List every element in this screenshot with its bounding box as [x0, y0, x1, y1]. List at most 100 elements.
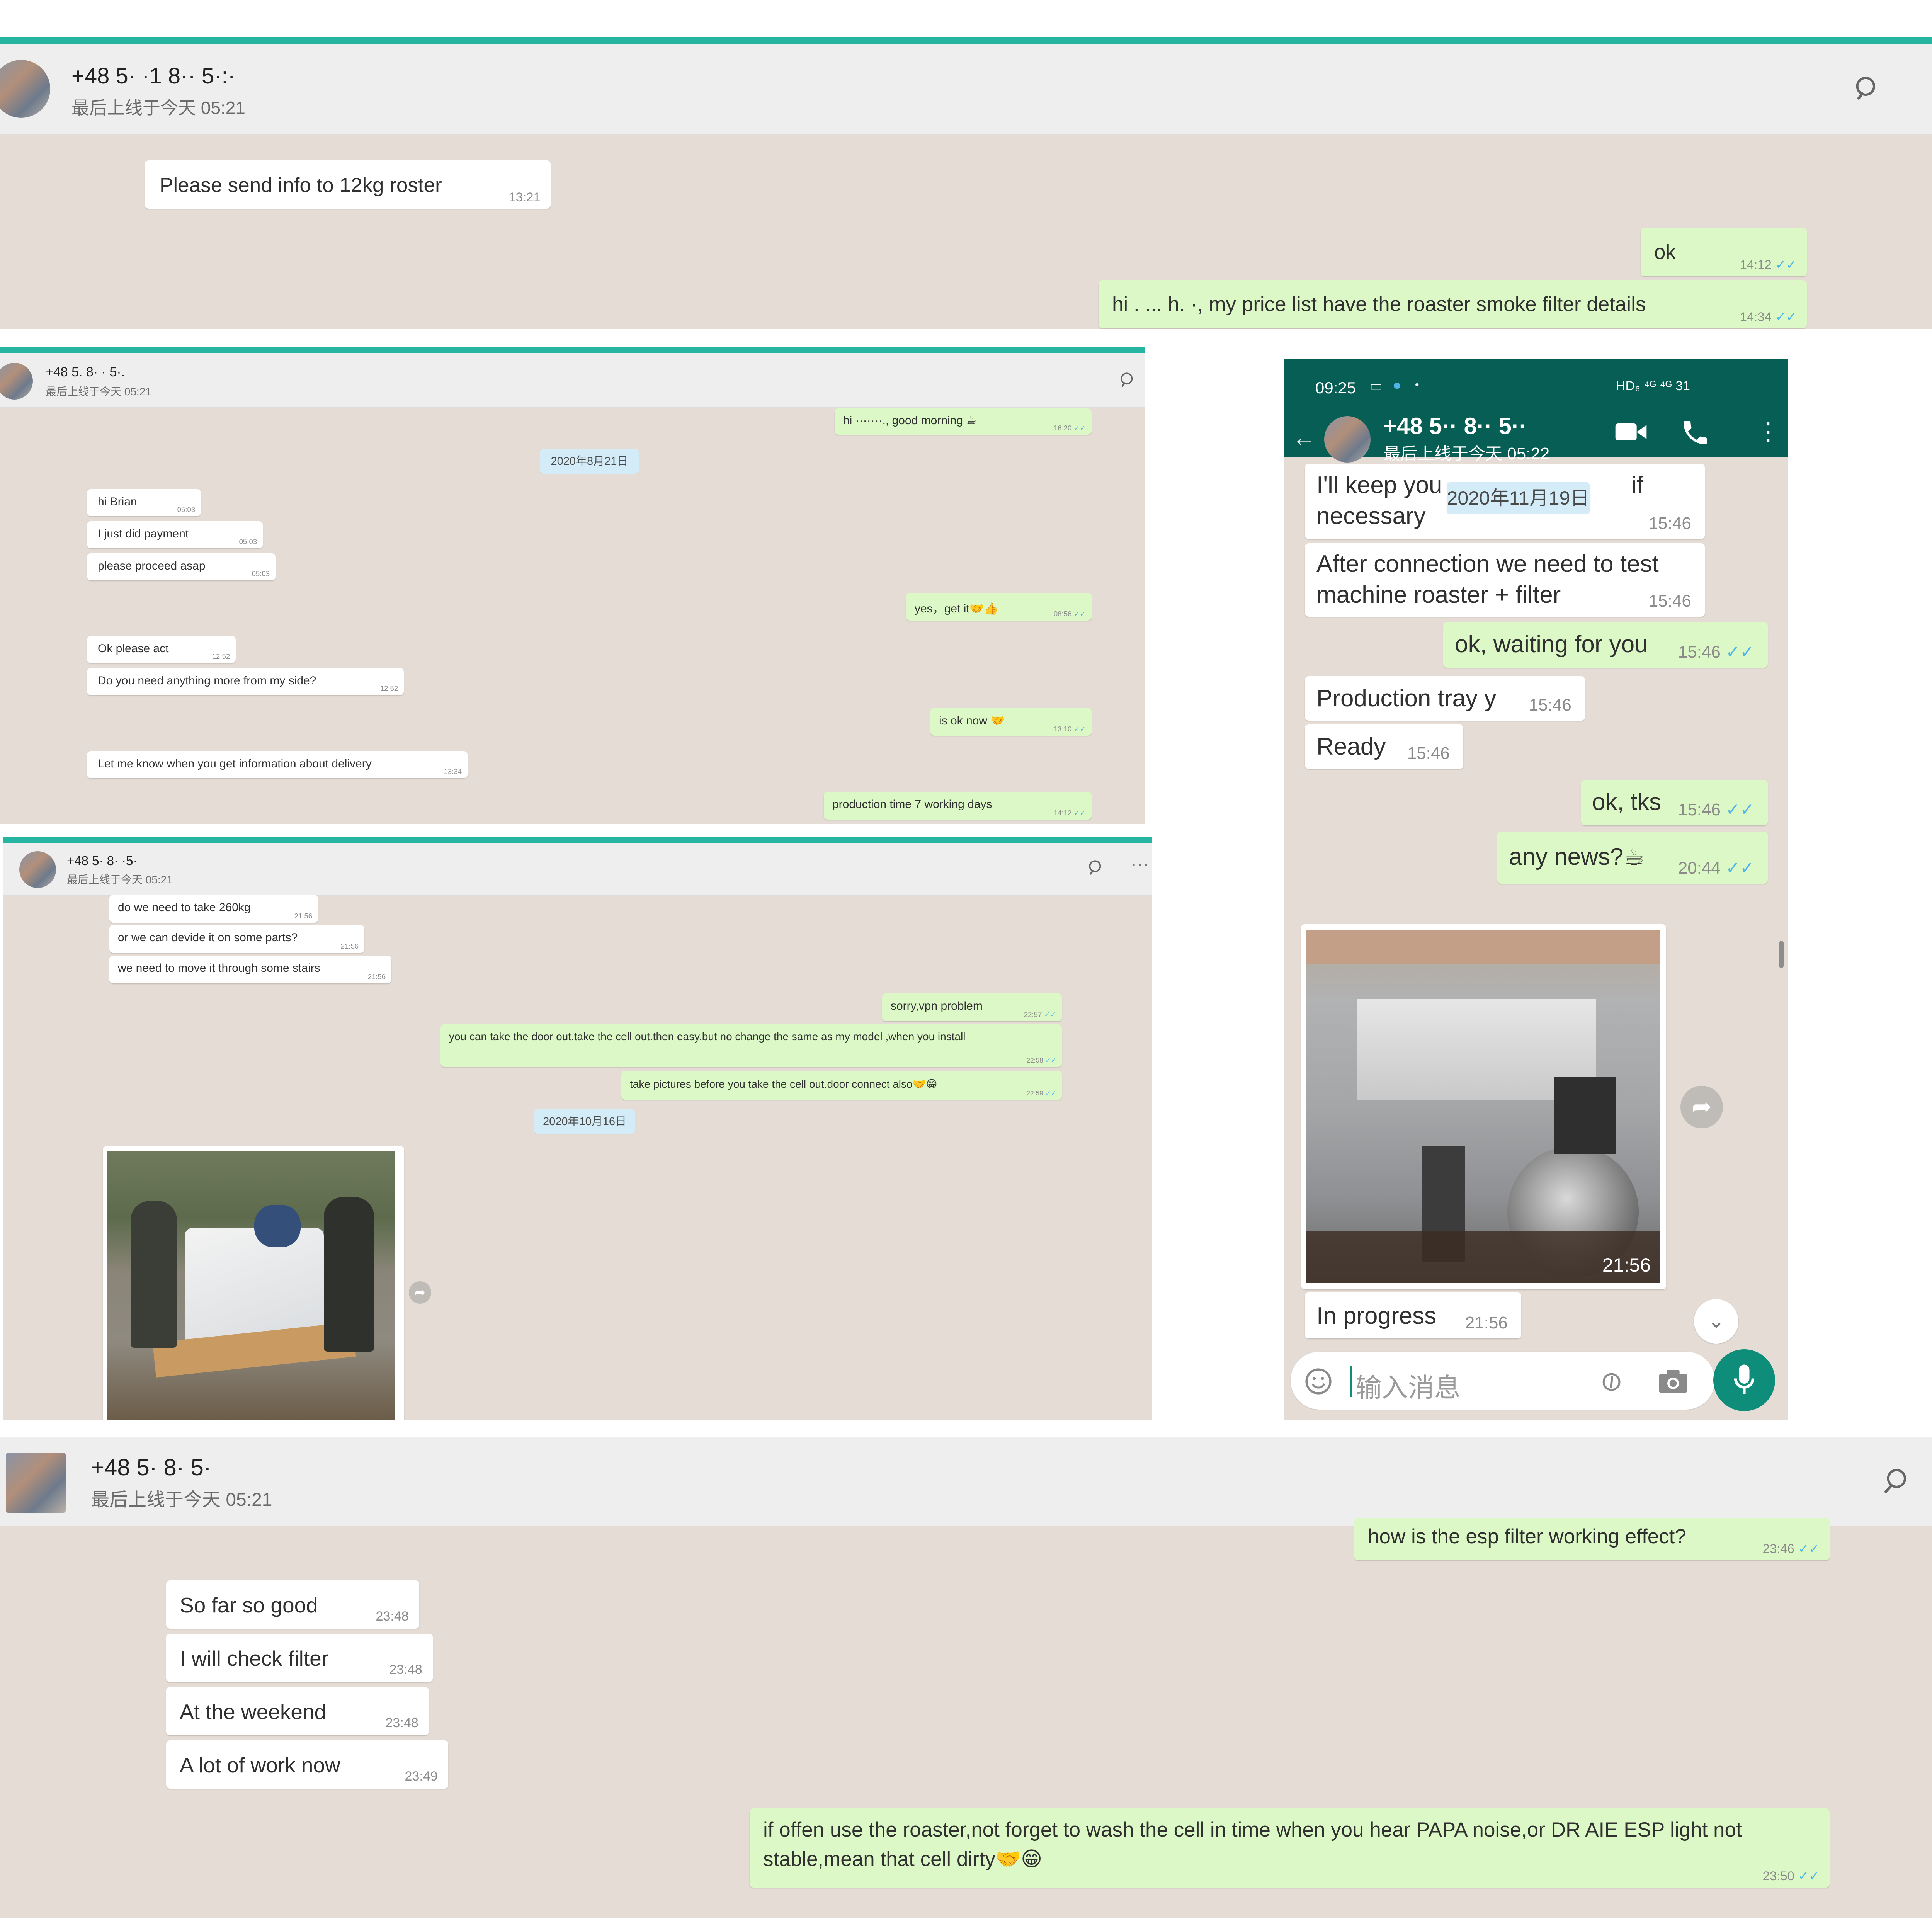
back-arrow-icon[interactable]: ←	[1292, 424, 1316, 452]
message-time: 13:10	[1053, 724, 1072, 733]
phone-call-icon[interactable]	[1680, 417, 1711, 448]
message-time: 23:48	[389, 1662, 422, 1677]
message-text: hi Brian	[98, 495, 137, 508]
chat-panel-1: +48 5· ·1 8·· 5·:· 最后上线于今天 05:21 Please …	[0, 44, 1932, 329]
message-outgoing[interactable]: any news?☕ 20:44 ✓✓	[1497, 832, 1768, 884]
status-bar: 09:25 ▭ ● • HD₆ ⁴ᴳ ⁴ᴳ 31	[1284, 359, 1788, 417]
message-incoming[interactable]: So far so good 23:48	[166, 1580, 419, 1629]
message-incoming[interactable]: Do you need anything more from my side? …	[87, 668, 404, 695]
message-outgoing[interactable]: hi ·······., good morning ☕ 16:20 ✓✓	[835, 408, 1092, 435]
message-text: At the weekend	[180, 1700, 327, 1724]
search-icon[interactable]	[1880, 1466, 1911, 1497]
video-call-icon[interactable]	[1614, 420, 1648, 444]
message-outgoing[interactable]: if offen use the roaster,not forget to w…	[750, 1808, 1830, 1888]
avatar[interactable]	[1324, 416, 1371, 463]
chat-panel-4: +48 5· 8· 5· 最后上线于今天 05:21 how is the es…	[0, 1437, 1932, 1918]
message-incoming[interactable]: At the weekend 23:48	[166, 1687, 429, 1735]
scroll-down-icon[interactable]: ⌄	[1694, 1299, 1738, 1344]
attach-icon[interactable]: ⊘	[1592, 1362, 1630, 1401]
message-incoming[interactable]: In progress 21:56	[1305, 1292, 1521, 1338]
message-incoming[interactable]: Ok please act 12:52	[87, 636, 236, 663]
message-incoming[interactable]: A lot of work now 23:49	[166, 1740, 448, 1789]
message-incoming[interactable]: I will check filter 23:48	[166, 1634, 433, 1682]
message-outgoing[interactable]: ok, waiting for you 15:46 ✓✓	[1443, 622, 1768, 668]
message-incoming[interactable]: I just did payment 05:03	[87, 521, 263, 548]
message-text: necessary	[1316, 503, 1426, 529]
message-outgoing[interactable]: production time 7 working days 14:12 ✓✓	[824, 792, 1092, 820]
scrollbar-thumb[interactable]	[1779, 941, 1784, 968]
read-checks-icon: ✓✓	[1044, 1010, 1056, 1019]
mic-button[interactable]	[1713, 1349, 1775, 1411]
photo-workers-crate[interactable]	[107, 1151, 395, 1420]
last-seen: 最后上线于今天 05:21	[67, 874, 173, 886]
message-text: hi . ... h. ·, my price list have the ro…	[1112, 293, 1646, 316]
message-incoming[interactable]: Please send info to 12kg roster 13:21	[145, 160, 551, 209]
read-checks-icon: ✓✓	[1775, 309, 1797, 324]
message-incoming[interactable]: Ready 15:46	[1305, 724, 1463, 769]
person-shape	[254, 1205, 301, 1247]
chat-panel-2: +48 5. 8· · 5·. 最后上线于今天 05:21 hi ·······…	[0, 353, 1145, 824]
message-incoming[interactable]: we need to move it through some stairs 2…	[109, 956, 391, 983]
message-incoming[interactable]: do we need to take 260kg 21:56	[109, 895, 318, 923]
chat-header: +48 5· 8· 5· 最后上线于今天 05:21	[0, 1437, 1932, 1526]
read-checks-icon: ✓✓	[1073, 808, 1086, 817]
message-incoming[interactable]: hi Brian 05:03	[87, 489, 201, 516]
forward-icon[interactable]: ➦	[409, 1281, 431, 1304]
message-outgoing[interactable]: sorry,vpn problem 22:57 ✓✓	[882, 993, 1062, 1021]
message-time: 05:03	[239, 537, 257, 546]
search-icon[interactable]	[1087, 858, 1106, 878]
message-incoming[interactable]: or we can devide it on some parts? 21:56	[109, 925, 364, 953]
message-text: do we need to take 260kg	[118, 901, 251, 914]
message-incoming[interactable]: After connection we need to test machine…	[1305, 543, 1705, 617]
message-outgoing[interactable]: ok 14:12 ✓✓	[1641, 228, 1807, 276]
message-input[interactable]: 输入消息	[1355, 1366, 1461, 1405]
message-time: 15:46	[1648, 514, 1691, 533]
bell-icon: ●	[1393, 377, 1401, 393]
menu-dots-icon[interactable]: ⋮	[1756, 417, 1781, 446]
avatar[interactable]	[0, 60, 50, 118]
panel2-top-bar	[0, 347, 1145, 353]
message-text: hi ·······., good morning ☕	[843, 414, 977, 427]
message-text: A lot of work now	[180, 1753, 340, 1777]
message-text: Let me know when you get information abo…	[98, 757, 372, 770]
message-text: or we can devide it on some parts?	[118, 931, 298, 944]
message-text: how is the esp filter working effect?	[1368, 1525, 1686, 1548]
search-icon[interactable]	[1853, 73, 1884, 104]
message-outgoing[interactable]: you can take the door out.take the cell …	[440, 1024, 1062, 1067]
message-incoming-photo[interactable]: 21:56	[1301, 924, 1666, 1289]
message-input-bar[interactable]: 输入消息 ⊘	[1291, 1352, 1715, 1410]
message-text: So far so good	[180, 1593, 318, 1617]
message-incoming[interactable]: Let me know when you get information abo…	[87, 751, 468, 778]
message-text: Production tray y	[1316, 685, 1497, 712]
message-outgoing[interactable]: is ok now 🤝 13:10 ✓✓	[930, 708, 1092, 736]
message-text: any news?☕	[1509, 844, 1645, 870]
photo-roaster-installed[interactable]: 21:56	[1306, 930, 1660, 1283]
message-outgoing[interactable]: yes，get it🤝👍 08:56 ✓✓	[906, 593, 1092, 621]
last-seen: 最后上线于今天 05:22	[1383, 444, 1550, 463]
message-incoming[interactable]: please proceed asap 05:03	[87, 553, 276, 580]
message-text: machine roaster + filter	[1316, 582, 1561, 608]
search-icon[interactable]	[1119, 371, 1138, 390]
camera-icon[interactable]	[1658, 1367, 1689, 1396]
contact-name: +48 5· ·1 8·· 5·:·	[71, 63, 235, 88]
message-text: we need to move it through some stairs	[118, 962, 320, 975]
read-checks-icon: ✓✓	[1726, 642, 1754, 662]
panel1-top-bar	[0, 37, 1932, 44]
message-outgoing[interactable]: take pictures before you take the cell o…	[621, 1071, 1062, 1100]
forward-icon[interactable]: ➦	[1680, 1086, 1723, 1128]
message-incoming-photo[interactable]	[103, 1146, 404, 1420]
avatar[interactable]	[6, 1453, 66, 1513]
message-outgoing[interactable]: ok, tks 15:46 ✓✓	[1581, 780, 1768, 825]
emoji-icon[interactable]	[1304, 1367, 1333, 1396]
message-text: production time 7 working days	[832, 798, 992, 811]
message-incoming[interactable]: Production tray y 15:46	[1305, 676, 1585, 721]
avatar[interactable]	[0, 363, 33, 400]
message-text: Ready	[1316, 733, 1386, 760]
text-cursor	[1350, 1366, 1352, 1397]
avatar[interactable]	[19, 851, 56, 888]
message-outgoing[interactable]: hi . ... h. ·, my price list have the ro…	[1099, 280, 1807, 328]
message-outgoing[interactable]: how is the esp filter working effect? 23…	[1354, 1518, 1830, 1560]
more-icon[interactable]: ⋯	[1131, 854, 1149, 875]
message-text: Ok please act	[98, 642, 169, 655]
message-time: 23:48	[385, 1716, 418, 1731]
